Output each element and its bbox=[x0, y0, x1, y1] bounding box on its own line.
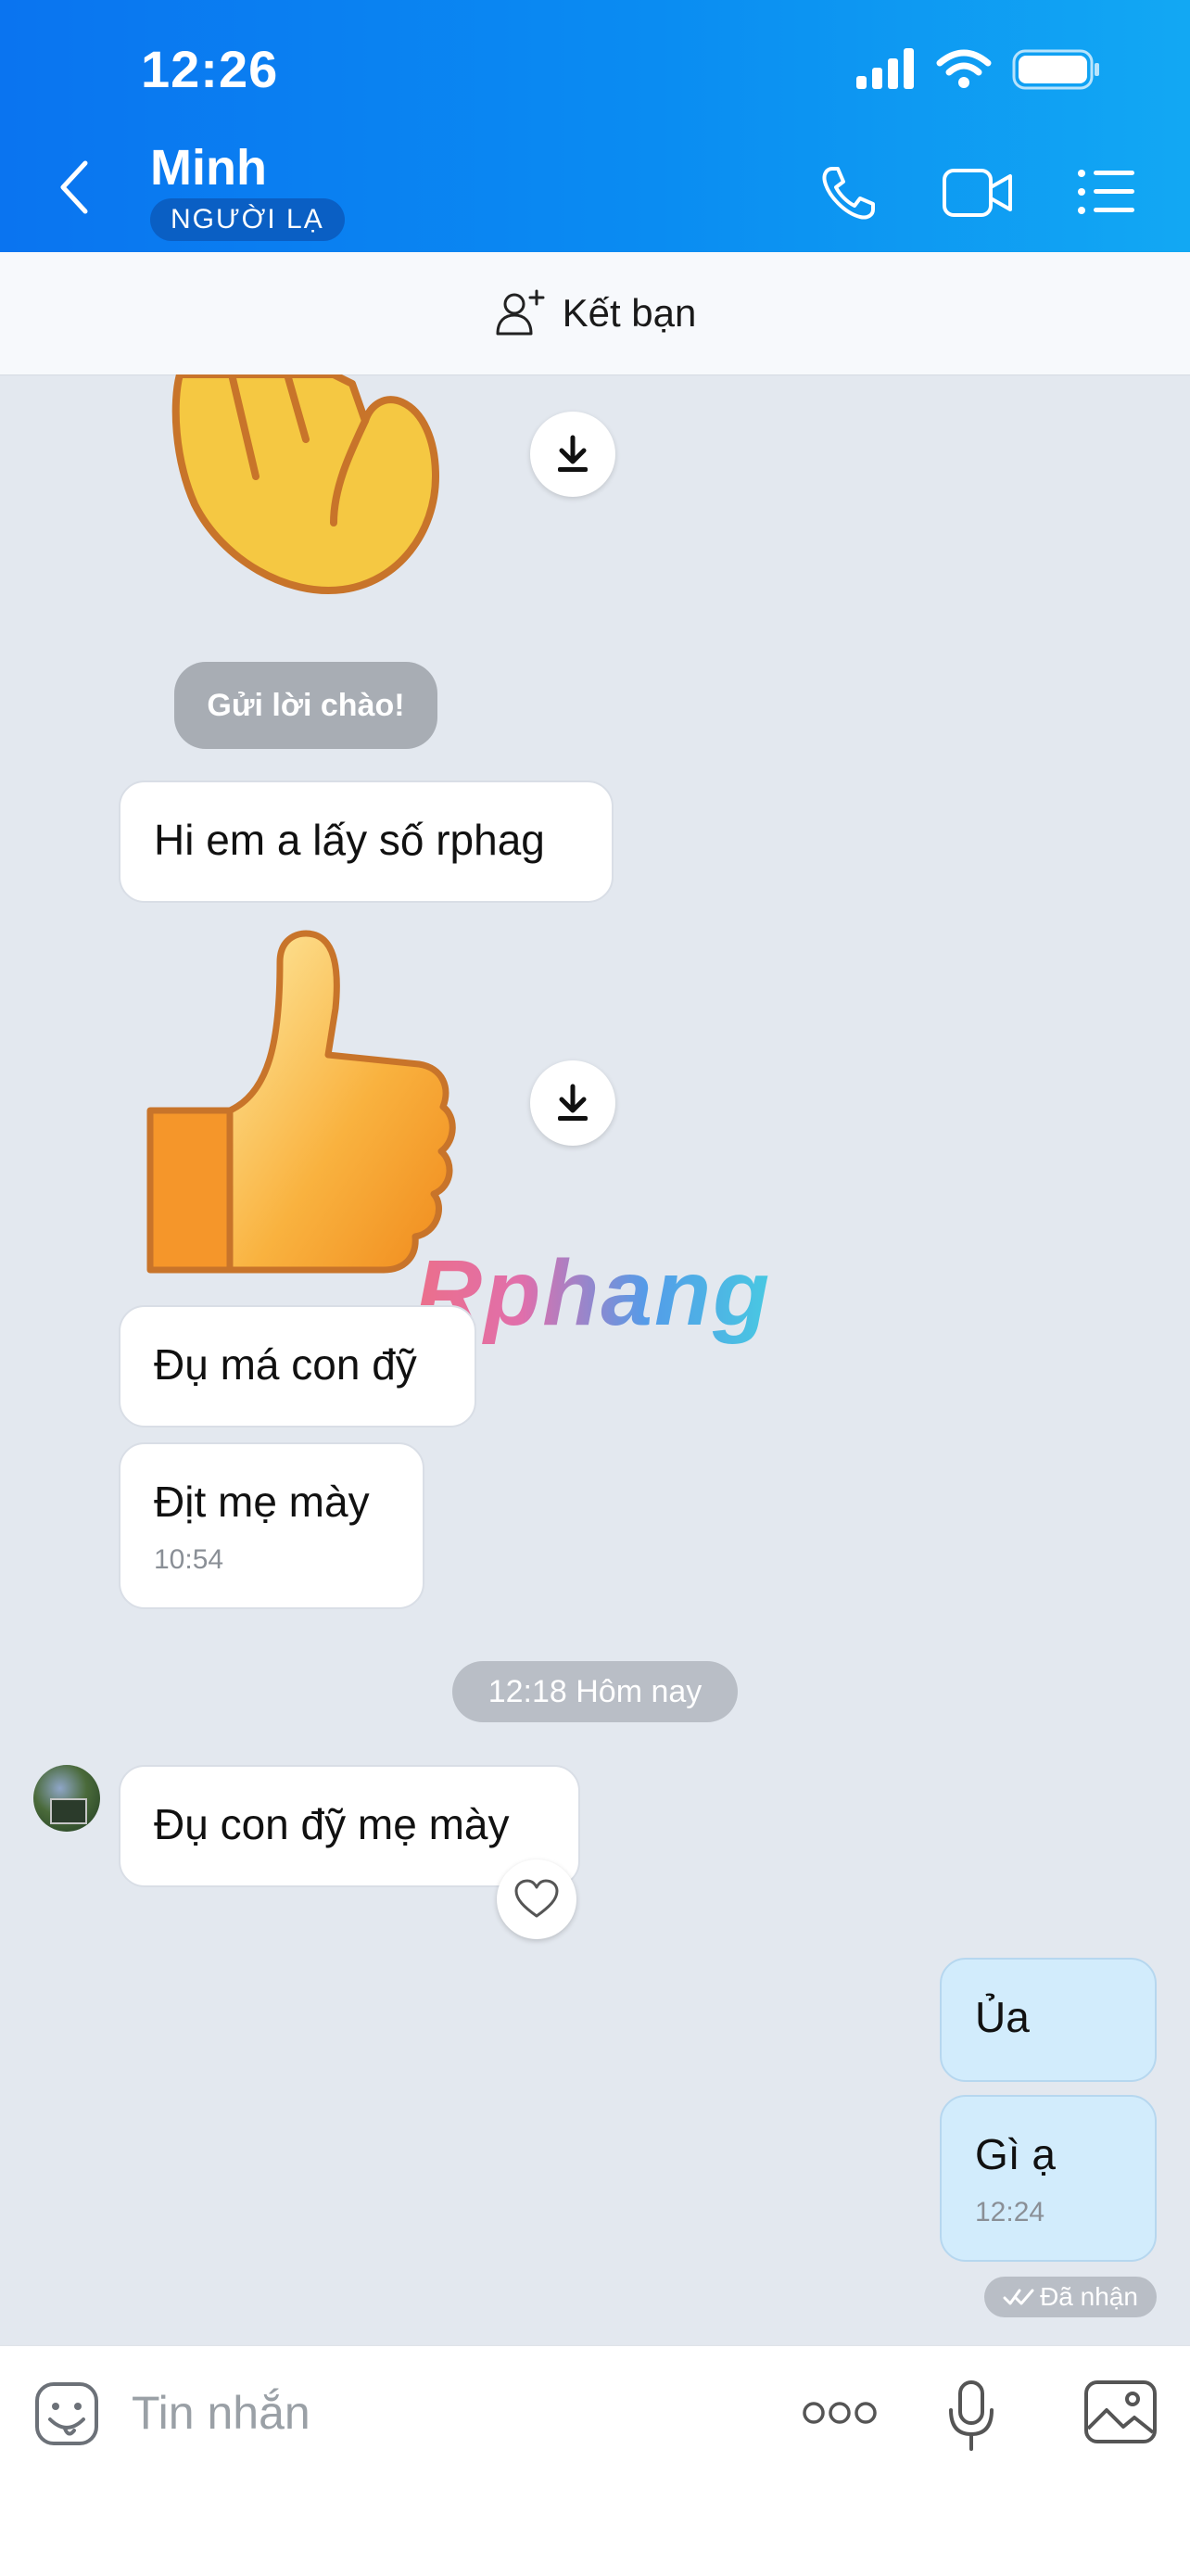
message-bubble[interactable]: Đụ má con đỹ bbox=[119, 1305, 476, 1428]
contact-name[interactable]: Minh bbox=[150, 139, 267, 197]
more-options-icon[interactable] bbox=[801, 2399, 879, 2427]
sticker-emoji-icon[interactable] bbox=[33, 2380, 100, 2447]
download-icon bbox=[558, 1084, 588, 1121]
message-time: 10:54 bbox=[154, 1544, 224, 1575]
my-message-bubble[interactable]: Gì ạ 12:24 bbox=[940, 2095, 1157, 2262]
status-time: 12:26 bbox=[141, 40, 279, 98]
video-call-icon[interactable] bbox=[942, 167, 1016, 219]
image-gallery-icon[interactable] bbox=[1082, 2379, 1158, 2445]
menu-list-icon[interactable] bbox=[1077, 169, 1136, 215]
avatar[interactable] bbox=[33, 1765, 100, 1832]
download-sticker-button[interactable] bbox=[530, 412, 615, 497]
message-input[interactable] bbox=[130, 2379, 708, 2447]
message-text: Gì ạ bbox=[975, 2130, 1056, 2178]
react-button[interactable] bbox=[497, 1859, 576, 1939]
my-message-bubble[interactable]: Ủa bbox=[940, 1958, 1157, 2082]
microphone-icon[interactable] bbox=[947, 2379, 995, 2453]
waving-hand-sticker[interactable] bbox=[167, 374, 454, 606]
thumbs-up-sticker[interactable] bbox=[141, 925, 456, 1285]
message-time: 12:24 bbox=[975, 2197, 1045, 2227]
download-sticker-button[interactable] bbox=[530, 1060, 615, 1146]
message-text: Đụ má con đỹ bbox=[154, 1340, 417, 1389]
delivery-status: Đã nhận bbox=[984, 2277, 1157, 2317]
phone-call-icon[interactable] bbox=[819, 163, 879, 222]
heart-icon bbox=[514, 1879, 559, 1918]
double-check-icon bbox=[1003, 2289, 1034, 2305]
signal-icon bbox=[856, 48, 914, 89]
add-friend-label: Kết bạn bbox=[562, 291, 697, 335]
battery-icon bbox=[1012, 49, 1099, 90]
back-arrow-icon[interactable] bbox=[57, 159, 91, 215]
stranger-badge: NGƯỜI LẠ bbox=[150, 198, 345, 241]
wifi-icon bbox=[936, 49, 992, 88]
message-text: Địt mẹ mày bbox=[154, 1478, 370, 1526]
message-text: Ủa bbox=[975, 1993, 1030, 2041]
message-text: Hi em a lấy số rphag bbox=[154, 816, 545, 864]
message-bubble[interactable]: Hi em a lấy số rphag bbox=[119, 780, 614, 903]
message-text: Đụ con đỹ mẹ mày bbox=[154, 1800, 510, 1848]
add-friend-bar[interactable]: Kết bạn bbox=[0, 252, 1190, 375]
message-bubble[interactable]: Địt mẹ mày 10:54 bbox=[119, 1442, 424, 1609]
download-icon bbox=[558, 435, 588, 472]
send-greeting-button[interactable]: Gửi lời chào! bbox=[174, 662, 437, 749]
date-separator: 12:18 Hôm nay bbox=[452, 1661, 738, 1722]
add-friend-icon bbox=[496, 289, 545, 336]
